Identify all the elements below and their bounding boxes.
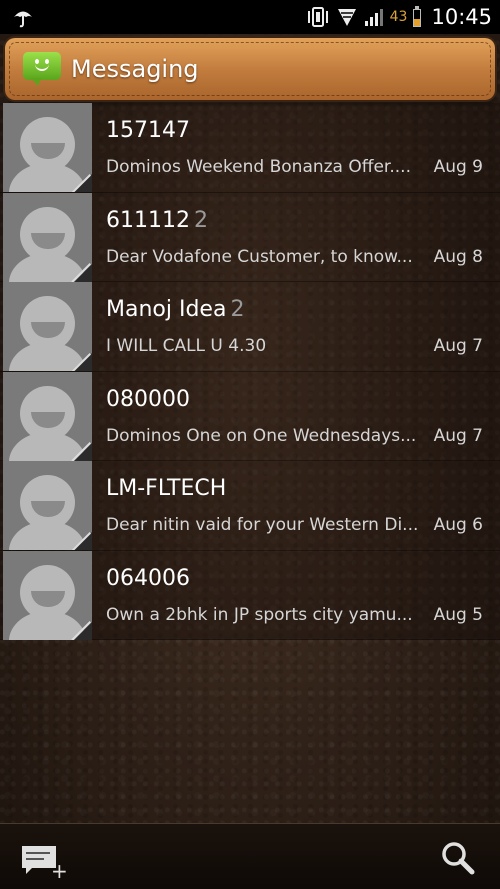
- message-date: Aug 7: [433, 425, 483, 446]
- sender-name: 611112 2: [106, 208, 208, 233]
- conversation-row[interactable]: 080000 Dominos One on One Wednesdays... …: [0, 371, 500, 461]
- umbrella-icon: [14, 11, 32, 28]
- contact-avatar-icon[interactable]: [3, 103, 92, 192]
- contact-avatar-icon[interactable]: [3, 282, 92, 371]
- conversation-list: 157147 Dominos Weekend Bonanza Offer....…: [0, 103, 500, 640]
- message-date: Aug 5: [433, 604, 483, 625]
- contact-avatar-icon[interactable]: [3, 192, 92, 282]
- message-date: Aug 8: [433, 246, 483, 267]
- message-date: Aug 9: [433, 157, 483, 177]
- battery-percent: 43: [389, 9, 408, 25]
- sender-label: 064006: [106, 565, 190, 591]
- status-bar: 43 10:45: [0, 0, 500, 34]
- conversation-row[interactable]: 064006 Own a 2bhk in JP sports city yamu…: [0, 550, 500, 640]
- app-header: Messaging: [5, 38, 495, 100]
- sender-label: 611112: [106, 207, 190, 233]
- message-count: 2: [193, 207, 208, 233]
- message-date: Aug 7: [433, 336, 483, 356]
- message-preview: Dominos Weekend Bonanza Offer....: [106, 157, 411, 177]
- sender-name: 064006: [106, 566, 194, 591]
- messaging-app-icon: [23, 52, 61, 86]
- contact-avatar-icon[interactable]: [3, 371, 92, 461]
- sender-label: 080000: [106, 386, 190, 412]
- search-icon[interactable]: [440, 840, 476, 876]
- signal-icon: [364, 9, 383, 26]
- message-preview: Dominos One on One Wednesdays...: [106, 425, 417, 446]
- conversation-row[interactable]: 157147 Dominos Weekend Bonanza Offer....…: [0, 103, 500, 193]
- message-date: Aug 6: [433, 515, 483, 535]
- bottom-action-bar: +: [0, 823, 500, 889]
- message-count: 2: [230, 297, 245, 322]
- conversation-row[interactable]: Manoj Idea 2 I WILL CALL U 4.30 Aug 7: [0, 282, 500, 372]
- contact-avatar-icon[interactable]: [3, 461, 92, 550]
- message-preview: I WILL CALL U 4.30: [106, 336, 267, 356]
- compose-new-message-icon[interactable]: +: [22, 844, 68, 881]
- message-preview: Own a 2bhk in JP sports city yamu...: [106, 604, 413, 625]
- sender-label: 157147: [106, 118, 190, 143]
- message-preview: Dear Vodafone Customer, to know...: [106, 246, 413, 267]
- battery-icon: [413, 6, 422, 27]
- sender-label: LM-FLTECH: [106, 476, 227, 501]
- sender-name: Manoj Idea 2: [106, 297, 244, 322]
- vibrate-icon: [307, 7, 328, 27]
- conversation-row[interactable]: LM-FLTECH Dear nitin vaid for your Weste…: [0, 461, 500, 551]
- sender-name: 157147: [106, 118, 194, 143]
- sender-name: 080000: [106, 387, 194, 412]
- message-preview: Dear nitin vaid for your Western Di...: [106, 515, 419, 535]
- conversation-row[interactable]: 611112 2 Dear Vodafone Customer, to know.…: [0, 192, 500, 282]
- sender-name: LM-FLTECH: [106, 476, 230, 501]
- sender-label: Manoj Idea: [106, 297, 227, 322]
- wifi-icon: [337, 9, 356, 26]
- contact-avatar-icon[interactable]: [3, 550, 92, 640]
- clock: 10:45: [431, 5, 492, 29]
